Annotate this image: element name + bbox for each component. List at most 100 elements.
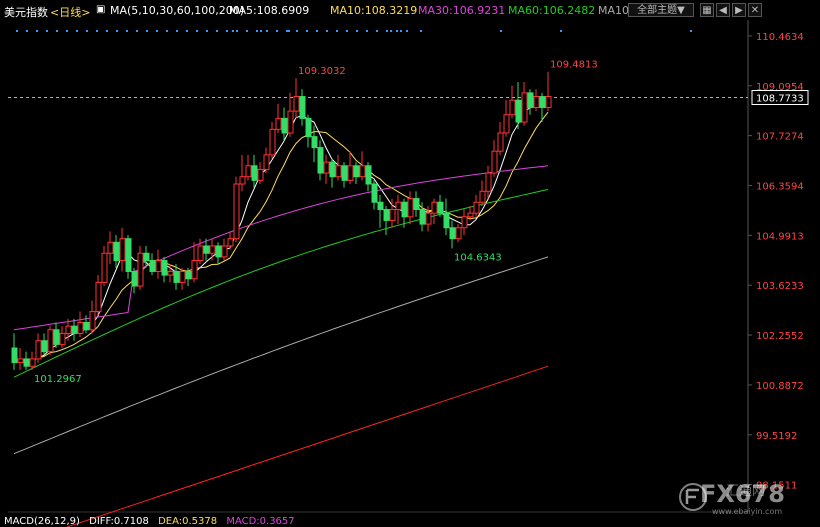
candle-body[interactable] <box>281 117 288 134</box>
candle-body[interactable] <box>137 252 144 287</box>
candle-body[interactable] <box>521 92 528 123</box>
candle-body[interactable] <box>149 260 156 272</box>
candle[interactable] <box>479 180 486 206</box>
candle-body[interactable] <box>383 209 390 221</box>
candle[interactable] <box>35 333 42 363</box>
candle-body[interactable] <box>479 190 486 203</box>
symbol-label[interactable]: 美元指数 <box>4 4 48 20</box>
candle-body[interactable] <box>485 172 492 192</box>
candle-body[interactable] <box>161 260 168 276</box>
candle[interactable] <box>269 122 276 159</box>
candle-body[interactable] <box>413 198 420 211</box>
candle[interactable] <box>233 176 240 243</box>
candle[interactable] <box>437 194 444 217</box>
theme-dropdown[interactable]: 全部主题▼ <box>628 3 694 17</box>
candle-body[interactable] <box>119 238 126 262</box>
candle[interactable] <box>215 242 222 265</box>
candle-body[interactable] <box>23 358 30 367</box>
ma-params-label[interactable]: MA(5,10,30,60,100,200) <box>110 4 244 17</box>
candle-body[interactable] <box>497 132 504 152</box>
candle[interactable] <box>491 140 498 177</box>
candle[interactable] <box>137 245 144 290</box>
candle[interactable] <box>119 227 126 272</box>
candles[interactable] <box>11 71 552 370</box>
candle-body[interactable] <box>209 245 216 254</box>
candle-body[interactable] <box>533 96 540 108</box>
candle[interactable] <box>353 162 360 184</box>
candle[interactable] <box>323 154 330 184</box>
grid-toggle-icon[interactable]: ▦ <box>700 3 714 17</box>
candle[interactable] <box>503 100 510 137</box>
candle[interactable] <box>455 224 462 243</box>
candle[interactable] <box>287 92 294 137</box>
candle[interactable] <box>95 275 102 316</box>
candle-body[interactable] <box>353 165 360 178</box>
candle[interactable] <box>305 114 312 148</box>
candle-body[interactable] <box>203 245 210 254</box>
candle-body[interactable] <box>293 96 300 112</box>
candle[interactable] <box>53 322 60 348</box>
candle[interactable] <box>17 348 24 370</box>
candle-body[interactable] <box>515 99 522 123</box>
candle-body[interactable] <box>401 201 408 218</box>
candle-body[interactable] <box>59 332 66 345</box>
ma-icon[interactable]: ▣ <box>96 4 105 15</box>
candle-body[interactable] <box>65 325 72 334</box>
candle[interactable] <box>71 318 78 341</box>
left-arrow-icon[interactable]: ◀ <box>716 3 730 17</box>
candle-body[interactable] <box>221 245 228 258</box>
candle-body[interactable] <box>143 252 150 262</box>
candle-body[interactable] <box>377 201 384 211</box>
candle[interactable] <box>515 81 522 130</box>
candle-body[interactable] <box>359 165 366 178</box>
candle-body[interactable] <box>155 260 162 272</box>
candle[interactable] <box>293 78 300 119</box>
candle-body[interactable] <box>323 161 330 174</box>
candle-body[interactable] <box>227 238 234 247</box>
candle-body[interactable] <box>107 241 114 254</box>
candle[interactable] <box>161 256 168 283</box>
candle-body[interactable] <box>191 260 198 280</box>
candle[interactable] <box>281 107 288 141</box>
candle[interactable] <box>113 235 120 268</box>
candle-body[interactable] <box>77 321 84 334</box>
candle-body[interactable] <box>167 270 174 276</box>
candle[interactable] <box>263 147 270 174</box>
candle[interactable] <box>11 333 18 370</box>
candle-body[interactable] <box>11 347 18 364</box>
candle[interactable] <box>257 162 264 184</box>
candle[interactable] <box>377 194 384 228</box>
candle[interactable] <box>299 89 306 126</box>
candle[interactable] <box>179 267 186 290</box>
candle[interactable] <box>371 180 378 210</box>
candle-body[interactable] <box>197 245 204 262</box>
candle[interactable] <box>107 231 114 265</box>
candle-body[interactable] <box>527 92 534 108</box>
candle-body[interactable] <box>335 165 342 178</box>
candle[interactable] <box>395 194 402 225</box>
candle-body[interactable] <box>287 110 294 134</box>
candle-body[interactable] <box>425 212 432 225</box>
candle-body[interactable] <box>461 216 468 229</box>
candle-body[interactable] <box>29 358 36 367</box>
candle[interactable] <box>77 311 84 338</box>
close-icon[interactable]: ✕ <box>748 3 762 17</box>
candle[interactable] <box>335 154 342 181</box>
candle-body[interactable] <box>89 311 96 331</box>
candle[interactable] <box>431 198 438 225</box>
candle[interactable] <box>227 231 234 250</box>
candle-body[interactable] <box>35 340 42 360</box>
candle[interactable] <box>521 81 528 126</box>
period-label[interactable]: <日线> <box>50 4 90 20</box>
candle[interactable] <box>497 122 504 155</box>
candle-body[interactable] <box>299 96 306 119</box>
candle[interactable] <box>275 103 282 133</box>
candle[interactable] <box>449 220 456 249</box>
candle[interactable] <box>317 140 324 181</box>
candle-body[interactable] <box>101 252 108 283</box>
candle[interactable] <box>149 253 156 276</box>
right-arrow-icon[interactable]: ▶ <box>732 3 746 17</box>
candle-body[interactable] <box>539 96 546 108</box>
candle-body[interactable] <box>347 165 354 181</box>
candlestick-chart[interactable]: 109.3032 109.4813 104.6343 101.2967 110.463… <box>0 0 820 527</box>
